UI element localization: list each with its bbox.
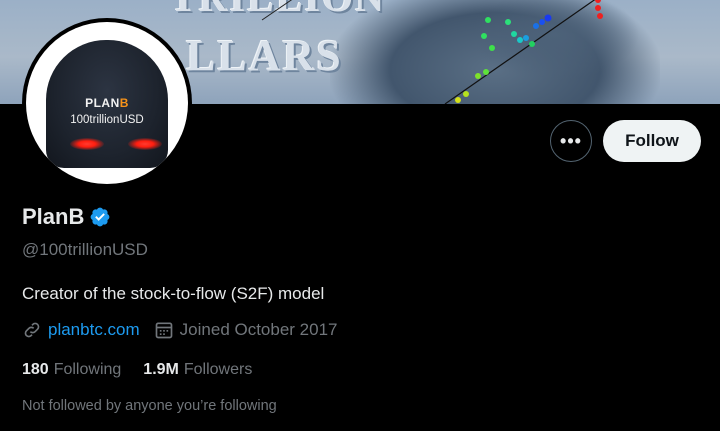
following-stat[interactable]: 180 Following	[22, 361, 121, 379]
following-label: Following	[53, 361, 122, 378]
website-link[interactable]: planbtc.com	[48, 320, 140, 340]
more-dots-icon: •••	[560, 130, 582, 151]
more-options-button[interactable]: •••	[550, 120, 592, 162]
profile-handle: @100trillionUSD	[22, 240, 148, 259]
calendar-icon	[155, 322, 173, 339]
profile-name: PlanB	[22, 204, 85, 229]
banner-dots	[455, 0, 603, 103]
laser-eye-left	[70, 138, 104, 150]
social-context-text: Not followed by anyone you’re following	[22, 398, 277, 414]
profile-bio: Creator of the stock-to-flow (S2F) model	[22, 284, 325, 303]
avatar-image: PLANB 100trillionUSD	[26, 22, 188, 184]
laser-eye-right	[128, 138, 162, 150]
profile-avatar[interactable]: PLANB 100trillionUSD	[22, 18, 192, 188]
profile-stats-row: 180 Following 1.9M Followers	[22, 361, 274, 379]
profile-meta-row: planbtc.com Joined October 2017	[22, 320, 352, 340]
followers-stat[interactable]: 1.9M Followers	[143, 361, 252, 379]
joined-item: Joined October 2017	[154, 320, 338, 340]
link-icon	[24, 322, 40, 338]
cap-brand-text: PLANB	[85, 96, 129, 110]
followers-label: Followers	[183, 361, 253, 378]
follow-button[interactable]: Follow	[603, 120, 701, 162]
following-count: 180	[22, 361, 49, 378]
website-item[interactable]: planbtc.com	[22, 320, 140, 340]
profile-name-row: PlanB	[22, 204, 111, 230]
joined-date: Joined October 2017	[179, 320, 338, 339]
cap-handle-text: 100trillionUSD	[70, 114, 144, 126]
verified-badge-icon[interactable]	[89, 206, 111, 228]
followers-count: 1.9M	[143, 361, 179, 378]
